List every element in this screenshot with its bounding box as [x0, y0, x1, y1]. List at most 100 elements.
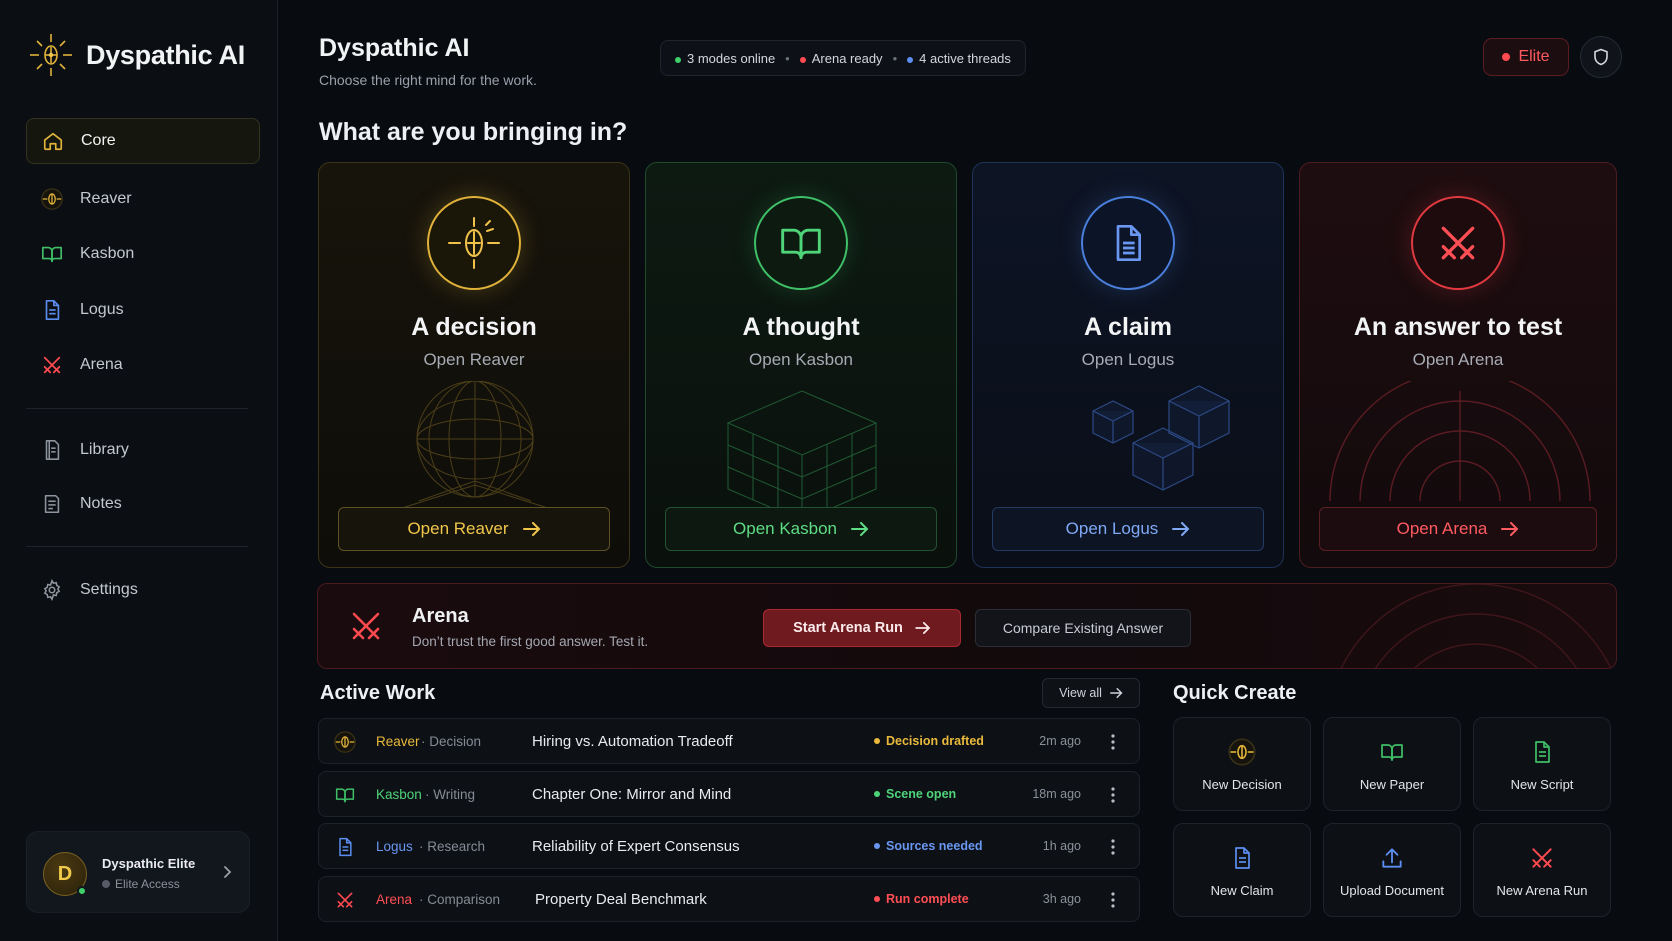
sidebar-item-settings[interactable]: Settings: [26, 567, 260, 613]
script-icon: [1527, 737, 1557, 767]
user-profile-card[interactable]: D Dyspathic Elite Elite Access: [26, 831, 250, 913]
crossed-swords-icon: [352, 612, 380, 640]
new-claim-button[interactable]: New Claim: [1173, 823, 1311, 917]
new-paper-button[interactable]: New Paper: [1323, 717, 1461, 811]
button-label: Open Reaver: [407, 519, 509, 538]
mode-card-title: An answer to test: [1353, 313, 1563, 341]
sidebar-item-library[interactable]: Library: [26, 427, 260, 473]
work-title: Chapter One: Mirror and Mind: [532, 786, 732, 803]
user-name: Dyspathic Elite: [102, 856, 196, 871]
mode-card-title: A claim: [1083, 313, 1172, 341]
work-row[interactable]: Logus · Research Reliability of Expert C…: [318, 823, 1140, 869]
more-options-icon[interactable]: [1105, 784, 1121, 806]
gear-icon: [40, 578, 64, 602]
new-arena-run-button[interactable]: New Arena Run: [1473, 823, 1611, 917]
reaver-mode-icon: [427, 196, 521, 290]
new-script-button[interactable]: New Script: [1473, 717, 1611, 811]
view-all-button[interactable]: View all: [1042, 678, 1140, 708]
home-icon: [41, 129, 65, 153]
work-time: 1h ago: [1042, 839, 1081, 853]
crossed-swords-icon: [1527, 843, 1557, 873]
start-arena-run-button[interactable]: Start Arena Run: [763, 609, 961, 647]
work-title: Reliability of Expert Consensus: [532, 838, 740, 855]
status-label: Decision drafted: [886, 734, 984, 748]
arrow-right-icon: [1501, 522, 1519, 536]
sidebar-divider: [26, 546, 248, 547]
arena-banner: Arena Don’t trust the first good answer.…: [317, 583, 1617, 669]
sidebar-item-label: Arena: [80, 356, 123, 373]
work-row[interactable]: Kasbon · Writing Chapter One: Mirror and…: [318, 771, 1140, 817]
more-options-icon[interactable]: [1105, 731, 1121, 753]
quick-create-label: New Arena Run: [1496, 882, 1588, 898]
sidebar-item-kasbon[interactable]: Kasbon: [26, 231, 260, 277]
mode-card-subtitle: Open Arena: [1412, 350, 1504, 369]
sidebar-item-notes[interactable]: Notes: [26, 481, 260, 527]
quick-create-label: New Script: [1510, 776, 1574, 792]
quick-create-label: New Claim: [1210, 882, 1274, 898]
work-type: · Writing: [425, 787, 476, 802]
new-decision-button[interactable]: New Decision: [1173, 717, 1311, 811]
kasbon-mode-icon: [754, 196, 848, 290]
brand-logo-icon: [30, 34, 72, 76]
open-logus-button[interactable]: Open Logus: [992, 507, 1264, 551]
arena-banner-title: Arena: [412, 605, 469, 627]
status-badge: Sources needed: [874, 839, 983, 853]
arrow-right-icon: [915, 622, 931, 634]
more-options-icon[interactable]: [1105, 836, 1121, 858]
status-threads: 4 active threads: [907, 51, 1011, 66]
elite-badge-label: Elite: [1518, 48, 1550, 65]
sidebar-item-label: Settings: [80, 581, 138, 598]
crossed-swords-icon: [40, 353, 64, 377]
mode-card-subtitle: Open Logus: [1081, 350, 1175, 369]
mode-card-kasbon[interactable]: A thought Open Kasbon Open Kasbon: [645, 162, 957, 568]
status-modes: 3 modes online: [675, 51, 775, 66]
tier-dot-icon: [102, 880, 110, 888]
sidebar-item-label: Core: [81, 132, 116, 149]
sidebar-item-core[interactable]: Core: [26, 118, 260, 164]
brand-name: Dyspathic AI: [86, 39, 245, 70]
compare-existing-answer-button[interactable]: Compare Existing Answer: [975, 609, 1191, 647]
status-label: Run complete: [886, 892, 969, 906]
button-label: View all: [1059, 686, 1102, 700]
status-text: 3 modes online: [687, 50, 776, 66]
status-separator: •: [892, 50, 898, 66]
open-reaver-button[interactable]: Open Reaver: [338, 507, 610, 551]
quick-create-title: Quick Create: [1173, 682, 1297, 704]
status-label: Sources needed: [886, 839, 983, 853]
work-title: Property Deal Benchmark: [535, 891, 707, 908]
status-badge: Run complete: [874, 892, 969, 906]
work-mode: Arena: [376, 892, 413, 907]
work-row[interactable]: Arena · Comparison Property Deal Benchma…: [318, 876, 1140, 922]
sidebar-item-logus[interactable]: Logus: [26, 287, 260, 333]
work-time: 18m ago: [1032, 787, 1081, 801]
more-options-icon[interactable]: [1105, 889, 1121, 911]
security-button[interactable]: [1580, 36, 1622, 78]
open-arena-button[interactable]: Open Arena: [1319, 507, 1597, 551]
mode-card-logus[interactable]: A claim Open Logus Open Logus: [972, 162, 1284, 568]
prompt-heading: What are you bringing in?: [319, 118, 628, 146]
sidebar-divider: [26, 408, 248, 409]
radar-decoration: [1340, 584, 1612, 668]
elite-badge[interactable]: Elite: [1483, 38, 1569, 76]
mode-card-arena[interactable]: An answer to test Open Arena Open Arena: [1299, 162, 1617, 568]
sidebar-item-reaver[interactable]: Reaver: [26, 176, 260, 222]
open-kasbon-button[interactable]: Open Kasbon: [665, 507, 937, 551]
upload-document-button[interactable]: Upload Document: [1323, 823, 1461, 917]
work-type-label: Decision: [429, 734, 482, 749]
shield-icon: [1594, 48, 1608, 66]
work-type: · Comparison: [419, 892, 501, 907]
work-row[interactable]: Reaver · Decision Hiring vs. Automation …: [318, 718, 1140, 764]
arena-mode-icon: [1411, 196, 1505, 290]
status-separator: •: [785, 50, 790, 66]
quick-create-label: New Paper: [1359, 776, 1425, 792]
work-mode: Logus: [376, 839, 413, 854]
arrow-right-icon: [1172, 522, 1190, 536]
notes-icon: [40, 492, 64, 516]
crossed-swords-icon: [333, 888, 357, 912]
brand[interactable]: Dyspathic AI: [26, 30, 245, 80]
mode-card-reaver[interactable]: A decision Open Reaver Open Reaver: [318, 162, 630, 568]
work-type-label: Research: [427, 839, 486, 854]
user-tier-label: Elite Access: [115, 877, 180, 891]
sidebar-item-arena[interactable]: Arena: [26, 342, 260, 388]
sidebar: Dyspathic AI Core Reaver Kasbon Logus Ar…: [0, 0, 278, 941]
